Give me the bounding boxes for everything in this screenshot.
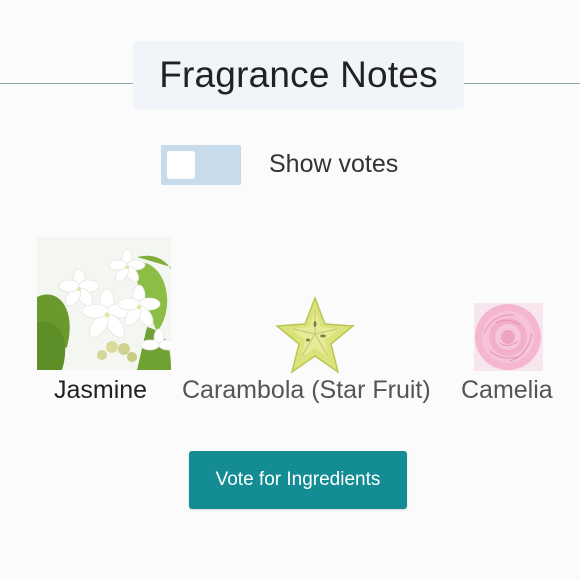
title-container: Fragrance Notes	[133, 41, 464, 109]
vote-for-ingredients-button[interactable]: Vote for Ingredients	[189, 451, 407, 509]
page-title: Fragrance Notes	[159, 54, 438, 95]
star-fruit-image[interactable]	[275, 296, 355, 374]
note-label-jasmine: Jasmine	[54, 376, 148, 404]
note-label-camelia: Camelia	[461, 376, 553, 404]
camelia-image[interactable]	[474, 303, 543, 371]
show-votes-toggle[interactable]	[161, 145, 241, 185]
jasmine-image[interactable]	[37, 237, 171, 370]
fragrance-notes-page: Fragrance Notes Show votes Jasmine Caram…	[0, 0, 580, 580]
toggle-knob	[167, 151, 195, 179]
note-label-carambola: Carambola (Star Fruit)	[182, 376, 431, 404]
show-votes-label: Show votes	[269, 150, 399, 178]
